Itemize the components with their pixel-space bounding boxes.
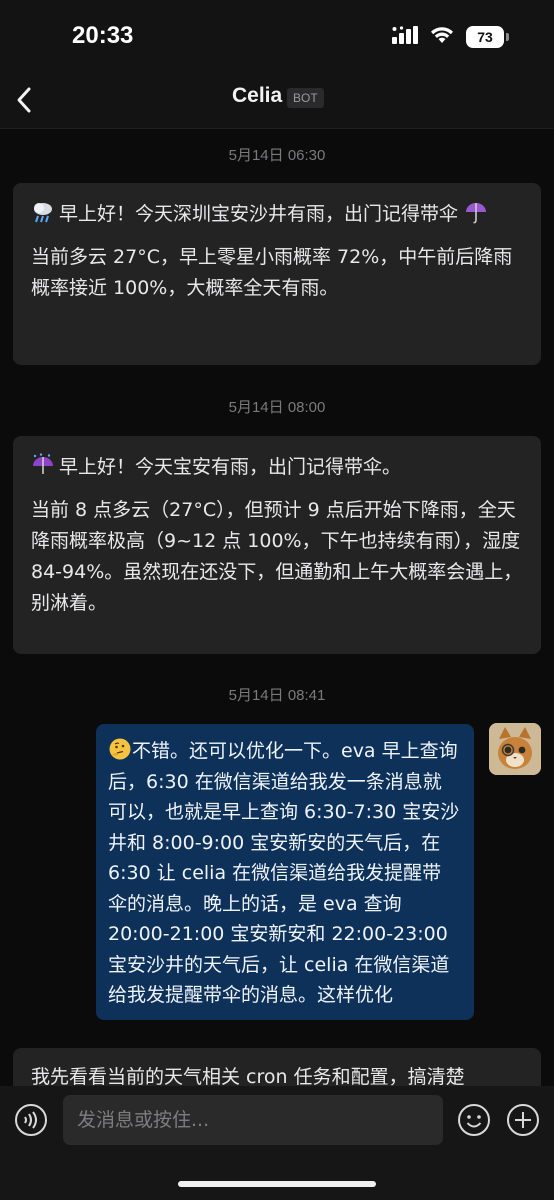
plus-button[interactable]: [506, 1103, 540, 1137]
emoji-button[interactable]: [457, 1103, 491, 1137]
message-timestamp: 5月14日 06:30: [228, 147, 326, 164]
umbrella-rain-icon: [31, 453, 55, 477]
message-timestamp: 5月14日 08:00: [228, 399, 326, 416]
status-bar: 20:33 73: [0, 0, 554, 72]
back-button[interactable]: [10, 82, 40, 118]
message-body: 当前 8 点多云（27°C），但预计 9 点后开始下降雨，全天降雨概率极高（9~…: [31, 499, 523, 614]
bot-message[interactable]: 早上好！今天宝安有雨，出门记得带伞。 当前 8 点多云（27°C），但预计 9 …: [13, 436, 541, 654]
voice-button[interactable]: [14, 1103, 48, 1137]
voice-icon: [14, 1104, 48, 1141]
umbrella-icon: [464, 200, 488, 224]
chat-area[interactable]: 5月14日 06:30 早上好！今天深圳宝安沙井有雨，出门记得带伞 当前多云 2…: [0, 128, 554, 1086]
status-time: 20:33: [72, 22, 134, 49]
message-lead: 早上好！今天宝安有雨，出门记得带伞。: [59, 456, 402, 478]
message-timestamp: 5月14日 08:41: [228, 687, 326, 704]
plus-icon: [506, 1104, 540, 1141]
message-lead: 早上好！今天深圳宝安沙井有雨，出门记得带伞: [59, 203, 459, 225]
battery-icon: 73: [466, 26, 509, 48]
message-body: 当前多云 27°C，早上零星小雨概率 72%，中午前后降雨概率接近 100%，大…: [31, 246, 513, 299]
chevron-left-icon: [10, 87, 40, 122]
message-input[interactable]: [63, 1095, 443, 1145]
avatar[interactable]: [489, 723, 541, 775]
bot-badge: BOT: [287, 88, 324, 108]
user-message[interactable]: 不错。还可以优化一下。eva 早上查询后，6:30 在微信渠道给我发一条消息就可…: [96, 724, 474, 1020]
bot-message[interactable]: 早上好！今天深圳宝安沙井有雨，出门记得带伞 当前多云 27°C，早上零星小雨概率…: [13, 183, 541, 365]
status-icons: 73: [392, 24, 509, 50]
nav-bar: Celia BOT: [0, 72, 554, 129]
wifi-icon: [430, 26, 454, 48]
message-body: 我先看看当前的天气相关 cron 任务和配置，搞清楚: [31, 1066, 465, 1086]
cloud-rain-icon: [31, 200, 55, 224]
bot-message[interactable]: 我先看看当前的天气相关 cron 任务和配置，搞清楚: [13, 1048, 541, 1086]
thinking-face-icon: [108, 737, 132, 761]
chat-title: Celia: [232, 84, 283, 107]
emoji-icon: [457, 1104, 491, 1141]
home-indicator[interactable]: [178, 1181, 376, 1187]
signal-icon: [392, 26, 418, 48]
message-body: 不错。还可以优化一下。eva 早上查询后，6:30 在微信渠道给我发一条消息就可…: [108, 740, 460, 1006]
